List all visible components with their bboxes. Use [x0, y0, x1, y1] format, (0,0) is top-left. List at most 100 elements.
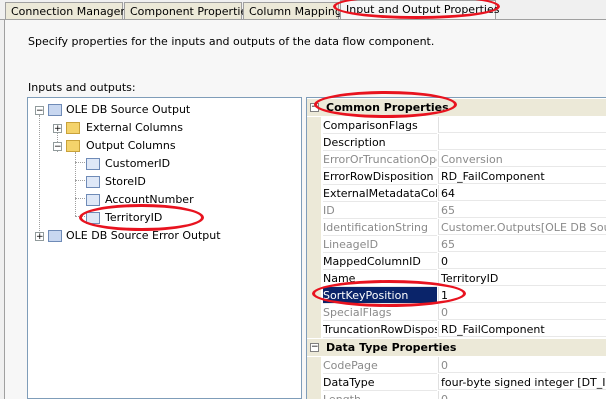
property-value: Customer.Outputs[OLE DB Source — [438, 219, 606, 235]
property-value[interactable] — [438, 134, 606, 150]
category-title: Common Properties — [326, 101, 449, 114]
property-value: 0 — [438, 391, 606, 399]
page-description: Specify properties for the inputs and ou… — [28, 35, 435, 48]
tree-connector — [39, 115, 40, 237]
row-margin — [307, 236, 321, 253]
folder-open-icon — [66, 140, 80, 152]
property-name: SortKeyPosition — [323, 287, 437, 304]
tree-node-label: TerritoryID — [105, 211, 163, 224]
property-name: ExternalMetadataColur — [323, 187, 437, 202]
property-row-truncationrowdispositi[interactable]: TruncationRowDispositiRD_FailComponent — [307, 321, 606, 338]
tree-node-label: OLE DB Source Output — [66, 103, 191, 116]
tab-column-mappings[interactable]: Column Mappings — [243, 2, 348, 19]
property-name: IdentificationString — [323, 219, 437, 236]
property-row-errorortruncationoper[interactable]: ErrorOrTruncationOper Conversion — [307, 151, 606, 168]
row-margin — [307, 391, 321, 399]
property-row-comparisonflags[interactable]: ComparisonFlags — [307, 117, 606, 134]
property-row-name[interactable]: Name TerritoryID — [307, 270, 606, 287]
property-name: DataType — [323, 374, 437, 391]
property-value[interactable]: 0 — [438, 253, 606, 269]
property-name: ID — [323, 202, 437, 219]
row-margin — [307, 117, 321, 134]
collapse-icon[interactable]: − — [310, 343, 319, 352]
property-row-codepage[interactable]: CodePage 0 — [307, 357, 606, 374]
column-icon — [86, 194, 100, 206]
collapse-icon[interactable]: − — [310, 103, 319, 112]
property-grid[interactable]: − Common Properties − Data Type Properti… — [306, 97, 606, 399]
row-margin — [307, 168, 321, 185]
tree-connector — [75, 180, 85, 181]
property-row-externalmetadatacolur[interactable]: ExternalMetadataColur64 — [307, 185, 606, 202]
property-name: ComparisonFlags — [323, 117, 437, 134]
property-value[interactable]: RD_FailComponent — [438, 321, 606, 337]
property-value[interactable]: four-byte signed integer [DT_I — [438, 374, 606, 390]
property-value: 65 — [438, 202, 606, 218]
property-value[interactable]: TerritoryID — [438, 270, 606, 286]
tree-node-label: StoreID — [105, 175, 146, 188]
property-name: LineageID — [323, 236, 437, 253]
property-row-id[interactable]: ID 65 — [307, 202, 606, 219]
tree-connector — [75, 162, 85, 163]
property-name: SpecialFlags — [323, 304, 437, 321]
tree-connector — [75, 216, 85, 217]
property-row-sortkeyposition[interactable]: SortKeyPosition 1 — [307, 287, 606, 304]
property-value: Conversion — [438, 151, 606, 167]
tree-connector — [75, 198, 85, 199]
property-name: CodePage — [323, 357, 437, 374]
property-row-length[interactable]: Length0 — [307, 391, 606, 399]
row-margin — [307, 304, 321, 321]
tree-node-label: AccountNumber — [105, 193, 194, 206]
tab-component-properties[interactable]: Component Properties — [124, 2, 253, 19]
property-value: 0 — [438, 304, 606, 320]
tree-node-label: CustomerID — [105, 157, 171, 170]
collapse-icon[interactable]: − — [53, 142, 62, 152]
collapse-icon[interactable]: − — [35, 106, 44, 116]
row-margin — [307, 270, 321, 287]
category-common-properties[interactable]: − Common Properties — [307, 99, 606, 116]
property-row-errorrowdisposition[interactable]: ErrorRowDisposition RD_FailComponent — [307, 168, 606, 185]
property-name: Length — [323, 391, 437, 399]
column-icon — [86, 212, 100, 224]
property-value[interactable]: 1 — [438, 287, 606, 303]
property-value: 65 — [438, 236, 606, 252]
property-value[interactable] — [438, 117, 606, 133]
inputs-outputs-tree[interactable]: − OLE DB Source Output + External Column… — [27, 97, 302, 399]
property-name: ErrorOrTruncationOper — [323, 153, 437, 168]
tree-node-label: Output Columns — [86, 139, 176, 152]
property-row-datatype[interactable]: DataType four-byte signed integer [DT_I — [307, 374, 606, 391]
property-row-specialflags[interactable]: SpecialFlags 0 — [307, 304, 606, 321]
row-margin — [307, 357, 321, 374]
property-row-description[interactable]: Description — [307, 134, 606, 151]
expand-icon[interactable]: + — [53, 124, 62, 134]
output-icon — [48, 104, 62, 116]
property-name: Description — [323, 134, 437, 151]
row-margin — [307, 321, 321, 338]
property-row-identificationstring[interactable]: IdentificationString Customer.Outputs[OLE… — [307, 219, 606, 236]
property-name: TruncationRowDispositi — [323, 321, 437, 338]
row-margin — [307, 287, 321, 304]
row-margin — [307, 374, 321, 391]
row-margin — [307, 253, 321, 270]
row-margin — [307, 151, 321, 168]
property-value[interactable]: RD_FailComponent — [438, 168, 606, 184]
row-margin — [307, 185, 321, 202]
expand-icon[interactable]: + — [35, 232, 44, 242]
property-name: MappedColumnID — [323, 253, 437, 270]
tab-input-output-properties[interactable]: Input and Output Properties — [340, 0, 499, 20]
property-name: Name — [323, 270, 437, 287]
tree-node-label: OLE DB Source Error Output — [66, 229, 221, 242]
property-value[interactable]: 64 — [438, 185, 606, 201]
property-name: ErrorRowDisposition — [323, 168, 437, 185]
inputs-outputs-label: Inputs and outputs: — [28, 81, 136, 94]
output-icon — [48, 230, 62, 242]
property-row-mappedcolumnid[interactable]: MappedColumnID 0 — [307, 253, 606, 270]
tree-node-label: External Columns — [86, 121, 183, 134]
property-value: 0 — [438, 357, 606, 373]
folder-icon — [66, 122, 80, 134]
column-icon — [86, 158, 100, 170]
row-margin — [307, 202, 321, 219]
row-margin — [307, 134, 321, 151]
category-data-type-properties[interactable]: − Data Type Properties — [307, 339, 606, 356]
property-row-lineageid[interactable]: LineageID 65 — [307, 236, 606, 253]
tab-connection-managers[interactable]: Connection Managers — [5, 2, 131, 19]
